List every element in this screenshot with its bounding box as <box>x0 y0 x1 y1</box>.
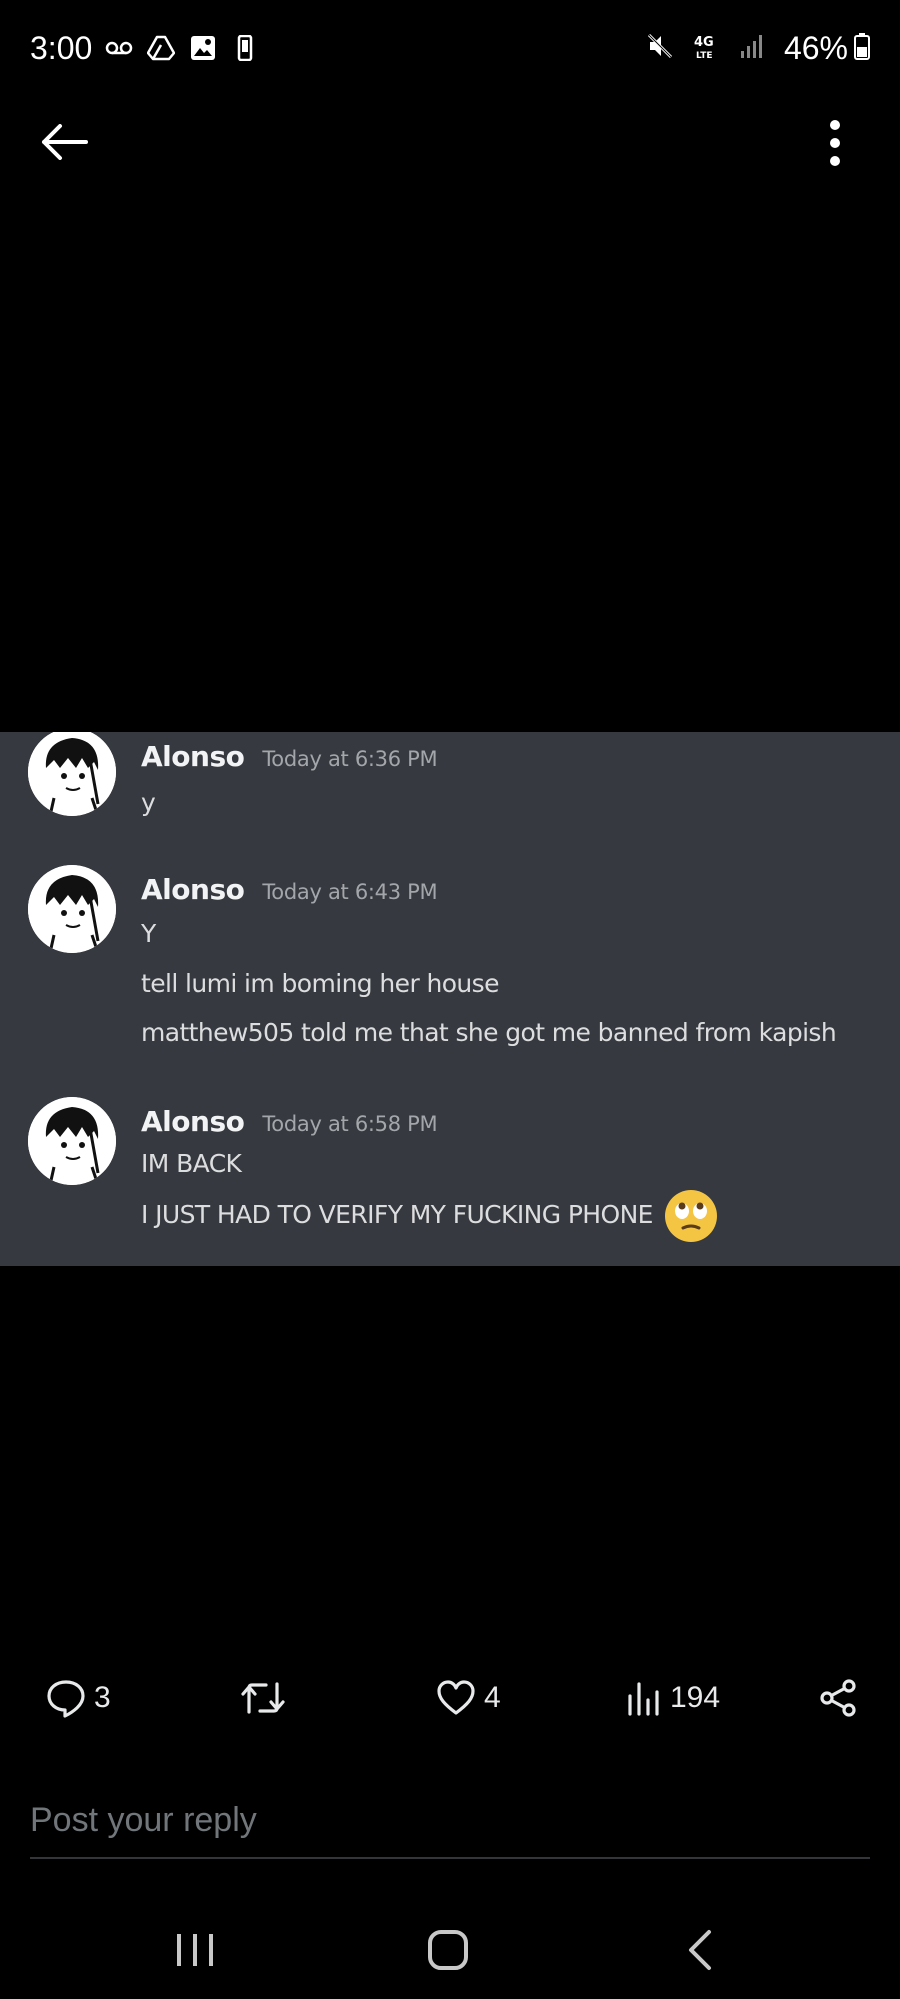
reply-count: 3 <box>94 1681 111 1714</box>
message-timestamp: Today at 6:36 PM <box>262 747 438 771</box>
message-text: I JUST HAD TO VERIFY MY FUCKING PHONE <box>141 1200 653 1229</box>
drive-icon <box>147 34 175 62</box>
system-nav-bar <box>0 1900 900 1999</box>
message-text-with-emoji: I JUST HAD TO VERIFY MY FUCKING PHONE <box>141 1189 718 1243</box>
recents-button[interactable] <box>155 1918 235 1982</box>
message-header: Alonso Today at 6:43 PM <box>141 873 438 906</box>
recents-icon <box>177 1934 213 1966</box>
like-button[interactable]: 4 <box>436 1670 501 1726</box>
reply-input[interactable] <box>30 1790 870 1850</box>
arrow-left-icon <box>42 124 88 160</box>
message-header: Alonso Today at 6:58 PM <box>141 1105 438 1138</box>
home-button[interactable] <box>408 1918 488 1982</box>
like-count: 4 <box>484 1681 501 1714</box>
views-button[interactable]: 194 <box>626 1670 720 1726</box>
repost-icon <box>241 1682 285 1714</box>
home-icon <box>428 1930 468 1970</box>
more-vertical-icon <box>830 120 840 166</box>
voicemail-icon <box>105 34 133 62</box>
message-text: matthew505 told me that she got me banne… <box>141 1018 837 1047</box>
eye-roll-emoji-icon <box>664 1189 718 1243</box>
more-options-button[interactable] <box>820 118 850 168</box>
phone-icon <box>231 34 259 62</box>
mute-icon <box>646 32 674 65</box>
message-text: y <box>141 788 156 817</box>
repost-button[interactable] <box>240 1670 294 1726</box>
gallery-icon <box>189 34 217 62</box>
message-header: Alonso Today at 6:36 PM <box>141 740 438 773</box>
battery-icon <box>854 32 870 65</box>
share-button[interactable] <box>818 1670 858 1726</box>
status-bar: 3:00 4G LTE 46% <box>0 0 900 100</box>
message-timestamp: Today at 6:58 PM <box>262 1112 438 1136</box>
svg-text:4G: 4G <box>694 35 714 50</box>
share-icon <box>820 1679 856 1717</box>
reply-button[interactable]: 3 <box>46 1670 111 1726</box>
view-count: 194 <box>670 1681 721 1714</box>
message-author: Alonso <box>141 740 245 773</box>
message-text: Y <box>141 919 156 948</box>
avatar <box>28 865 116 953</box>
message-author: Alonso <box>141 873 245 906</box>
comment-icon <box>47 1680 85 1718</box>
bar-chart-icon <box>628 1682 659 1716</box>
message-timestamp: Today at 6:43 PM <box>262 880 438 904</box>
nav-back-button[interactable] <box>660 1918 740 1982</box>
message-author: Alonso <box>141 1105 245 1138</box>
avatar <box>28 732 116 816</box>
back-icon <box>689 1930 711 1970</box>
message-text: IM BACK <box>141 1149 242 1178</box>
battery-percent: 46% <box>783 30 848 66</box>
heart-icon <box>437 1680 475 1715</box>
status-right: 4G LTE 46% <box>646 30 870 67</box>
post-action-bar: 3 4 194 <box>0 1670 900 1726</box>
signal-icon <box>740 33 766 64</box>
back-button[interactable] <box>40 118 100 166</box>
message-text: tell lumi im boming her house <box>141 969 499 998</box>
reply-divider <box>30 1857 870 1859</box>
post-image[interactable]: Alonso Today at 6:36 PM y Alonso Today a… <box>0 732 900 1266</box>
notification-icons <box>105 34 259 62</box>
svg-text:LTE: LTE <box>696 51 713 60</box>
network-icon: 4G LTE <box>692 32 722 65</box>
status-time: 3:00 <box>30 30 93 66</box>
avatar <box>28 1097 116 1185</box>
